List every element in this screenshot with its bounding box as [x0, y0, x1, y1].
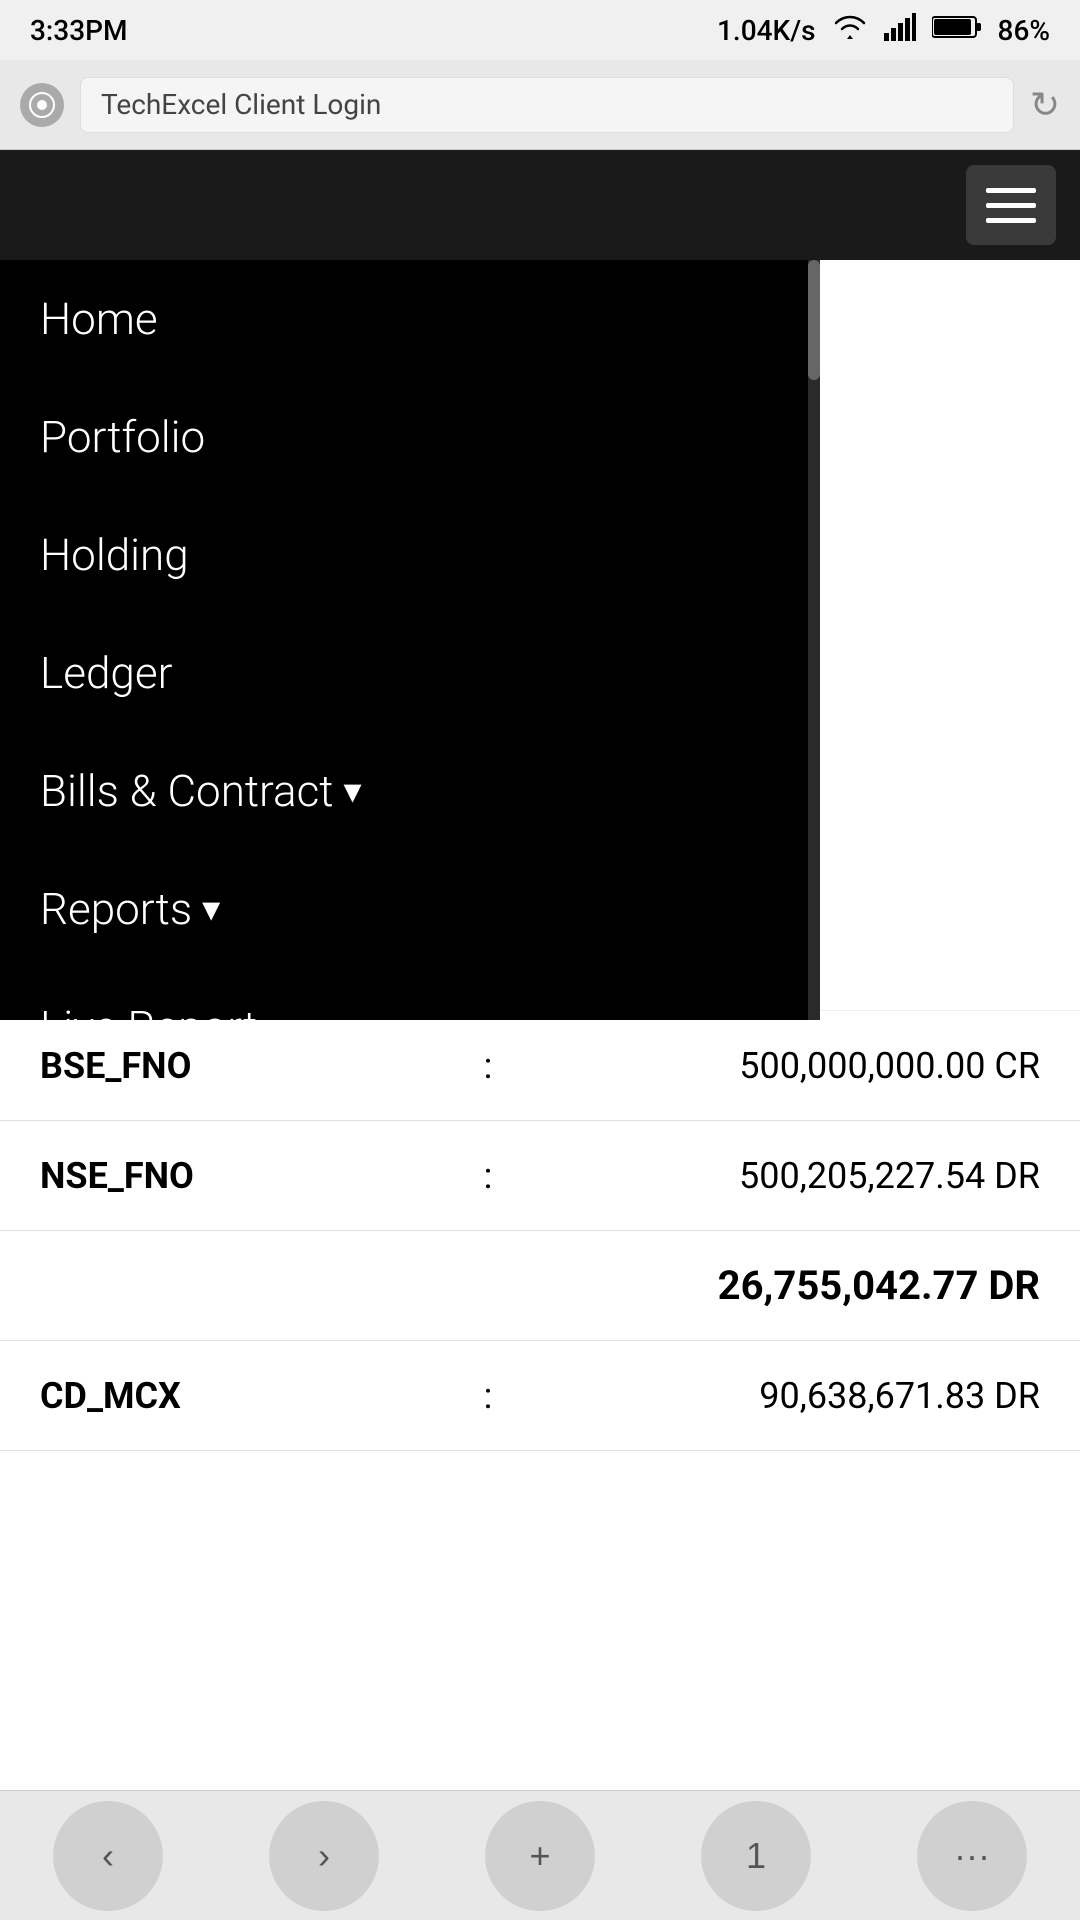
cd-mcx-value: 90,638,671.83 DR — [519, 1375, 1040, 1417]
bse-fno-value: 500,000,000.00 CR — [519, 1045, 1040, 1087]
bottom-nav: ‹ › + 1 ··· — [0, 1790, 1080, 1920]
page-button[interactable]: 1 — [701, 1801, 811, 1911]
add-button[interactable]: + — [485, 1801, 595, 1911]
network-speed: 1.04K/s — [717, 14, 816, 47]
wifi-icon — [832, 13, 868, 48]
signal-icon — [884, 13, 916, 48]
hamburger-line-1 — [986, 188, 1036, 193]
forward-button[interactable]: › — [269, 1801, 379, 1911]
battery-icon — [932, 14, 982, 47]
battery-percent: 86% — [998, 14, 1050, 47]
browser-icon — [20, 83, 64, 127]
table-row: NSE_FNO : 500,205,227.54 DR — [0, 1121, 1080, 1231]
status-bar: 3:33PM 1.04K/s 86% — [0, 0, 1080, 60]
reports-arrow-icon: ▾ — [202, 888, 220, 930]
side-menu: Home Portfolio Holding Ledger Bills & Co… — [0, 260, 820, 1020]
table-row: BSE_FNO : 500,000,000.00 CR — [0, 1011, 1080, 1121]
browser-url-bar[interactable]: TechExcel Client Login — [80, 77, 1014, 133]
more-button[interactable]: ··· — [917, 1801, 1027, 1911]
scrollbar-thumb[interactable] — [808, 260, 820, 380]
table-area: BSE_FNO : 500,000,000.00 CR NSE_FNO : 50… — [0, 1010, 1080, 1451]
table-row-subtotal: 26,755,042.77 DR — [0, 1231, 1080, 1341]
table-row: CD_MCX : 90,638,671.83 DR — [0, 1341, 1080, 1451]
bse-fno-colon: : — [457, 1045, 520, 1087]
hamburger-line-3 — [986, 218, 1036, 223]
subtotal-value: 26,755,042.77 DR — [718, 1262, 1040, 1309]
nse-fno-value: 500,205,227.54 DR — [519, 1155, 1040, 1197]
live-report-arrow-icon: ▾ — [267, 1006, 285, 1020]
bse-fno-label: BSE_FNO — [40, 1045, 457, 1087]
sidebar-item-live-report[interactable]: Live Report ▾ — [0, 968, 820, 1020]
url-text: TechExcel Client Login — [101, 88, 381, 121]
sidebar-item-holding[interactable]: Holding — [0, 496, 820, 614]
hamburger-button[interactable] — [966, 165, 1056, 245]
cd-mcx-colon: : — [457, 1375, 520, 1417]
bills-contract-arrow-icon: ▾ — [343, 770, 361, 812]
nse-fno-label: NSE_FNO — [40, 1155, 457, 1197]
nse-fno-colon: : — [457, 1155, 520, 1197]
app-header — [0, 150, 1080, 260]
scrollbar-track[interactable] — [808, 260, 820, 1020]
sidebar-item-portfolio[interactable]: Portfolio — [0, 378, 820, 496]
sidebar-item-ledger[interactable]: Ledger — [0, 614, 820, 732]
browser-bar: TechExcel Client Login ↻ — [0, 60, 1080, 150]
back-button[interactable]: ‹ — [53, 1801, 163, 1911]
cd-mcx-label: CD_MCX — [40, 1375, 457, 1417]
refresh-button[interactable]: ↻ — [1030, 84, 1060, 126]
sidebar-item-bills-contract[interactable]: Bills & Contract ▾ — [0, 732, 820, 850]
sidebar-item-reports[interactable]: Reports ▾ — [0, 850, 820, 968]
status-time: 3:33PM — [30, 14, 127, 47]
hamburger-line-2 — [986, 203, 1036, 208]
sidebar-item-home[interactable]: Home — [0, 260, 820, 378]
status-right: 1.04K/s 86% — [717, 13, 1050, 48]
